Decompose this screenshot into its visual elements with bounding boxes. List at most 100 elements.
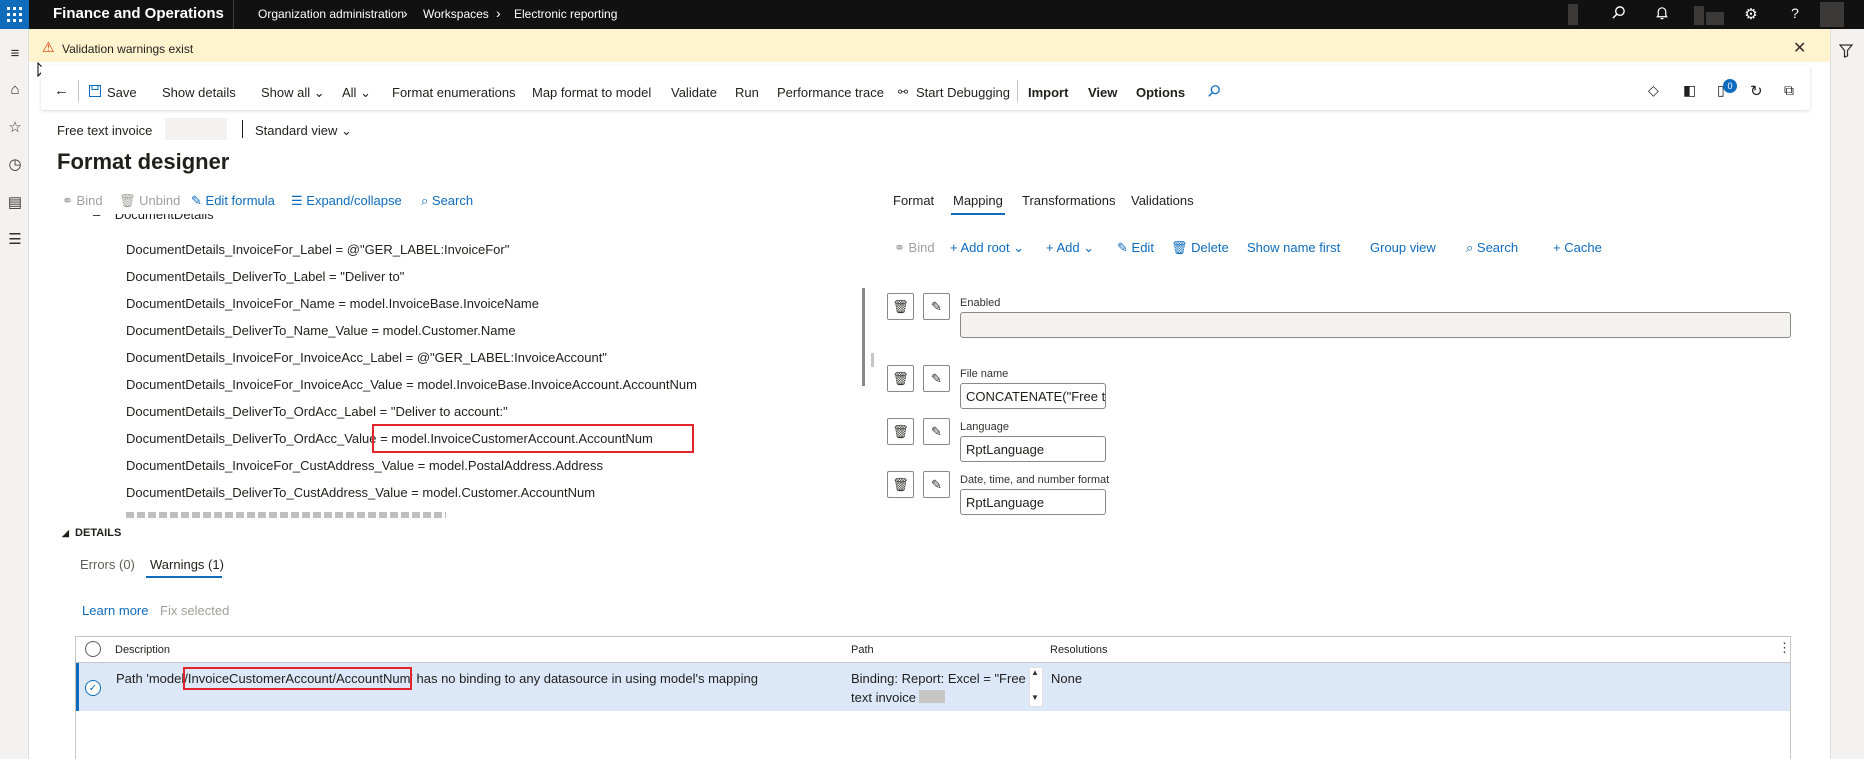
- more-options-icon[interactable]: ⋮: [1778, 640, 1791, 656]
- workspaces-icon[interactable]: ▤: [4, 193, 26, 211]
- tree-item[interactable]: DocumentDetails_DeliverTo_OrdAcc_Label =…: [126, 404, 508, 419]
- fix-selected-button[interactable]: Fix selected: [160, 603, 229, 618]
- enabled-field[interactable]: [960, 312, 1791, 338]
- validate-button[interactable]: Validate: [671, 85, 717, 100]
- star-icon[interactable]: ☆: [4, 118, 26, 136]
- select-all-checkbox[interactable]: [85, 641, 101, 657]
- show-all-dropdown[interactable]: Show all ⌄: [261, 85, 325, 101]
- group-view-button[interactable]: Group view: [1370, 240, 1436, 255]
- import-menu[interactable]: Import: [1028, 85, 1068, 100]
- run-button[interactable]: Run: [735, 85, 759, 100]
- splitter-handle[interactable]: [871, 353, 874, 367]
- column-header-path[interactable]: Path: [851, 644, 874, 656]
- close-icon[interactable]: ✕: [1793, 38, 1806, 58]
- modules-list-icon[interactable]: ☰: [4, 230, 26, 248]
- tree-item[interactable]: DocumentDetails_InvoiceFor_CustAddress_V…: [126, 458, 603, 473]
- tree-item[interactable]: DocumentDetails_DeliverTo_CustAddress_Va…: [126, 485, 595, 500]
- show-details-button[interactable]: Show details: [162, 85, 236, 100]
- filter-icon[interactable]: [1838, 44, 1854, 61]
- language-field[interactable]: RptLanguage: [960, 436, 1106, 462]
- hamburger-menu-icon[interactable]: ≡: [4, 45, 26, 62]
- show-name-first-button[interactable]: Show name first: [1247, 240, 1340, 255]
- edit-enabled-button[interactable]: ✎: [923, 293, 950, 320]
- details-section-header[interactable]: ◢ DETAILS: [62, 527, 121, 539]
- all-dropdown[interactable]: All ⌄: [342, 85, 371, 101]
- tree-scrollbar[interactable]: [862, 288, 865, 386]
- learn-more-link[interactable]: Learn more: [82, 603, 148, 618]
- edit-datetime-button[interactable]: ✎: [923, 471, 950, 498]
- tab-errors[interactable]: Errors (0): [80, 557, 135, 572]
- format-enumerations-button[interactable]: Format enumerations: [392, 85, 516, 100]
- tree-item[interactable]: DocumentDetails_DeliverTo_Label = "Deliv…: [126, 269, 404, 284]
- clock-icon[interactable]: ◷: [4, 155, 26, 173]
- app-name[interactable]: Finance and Operations: [53, 5, 224, 22]
- gear-icon[interactable]: ⚙: [1741, 5, 1761, 23]
- breadcrumb-organization-administration[interactable]: Organization administration: [258, 7, 404, 21]
- refresh-icon[interactable]: ↻: [1750, 82, 1763, 100]
- options-menu[interactable]: Options: [1136, 85, 1185, 100]
- scroll-up-icon[interactable]: ▲: [1031, 668, 1039, 677]
- tab-format[interactable]: Format: [893, 193, 934, 208]
- tree-parent-node[interactable]: – DocumentDetails: [93, 214, 214, 222]
- avatar[interactable]: [1820, 2, 1844, 27]
- delete-language-button[interactable]: 🗑︎: [887, 418, 914, 445]
- tree-search-button[interactable]: ⌕ Search: [421, 193, 473, 209]
- scroll-down-icon[interactable]: ▼: [1031, 693, 1039, 702]
- office-icon[interactable]: ◧: [1683, 82, 1696, 99]
- column-header-description[interactable]: Description: [115, 644, 170, 656]
- tab-warnings[interactable]: Warnings (1): [150, 557, 224, 572]
- mapping-bind-button[interactable]: ⚭ Bind: [894, 240, 935, 256]
- add-root-button[interactable]: + Add root ⌄: [950, 240, 1024, 256]
- map-format-to-model-button[interactable]: Map format to model: [532, 85, 651, 100]
- edit-formula-button[interactable]: ✎ Edit formula: [191, 193, 275, 209]
- start-debugging-button[interactable]: Start Debugging: [916, 85, 1010, 100]
- open-in-new-window-icon[interactable]: ⧉: [1784, 82, 1794, 99]
- tab-transformations[interactable]: Transformations: [1022, 193, 1115, 208]
- bind-button[interactable]: ⚭ Bind: [62, 193, 103, 209]
- delete-enabled-button[interactable]: 🗑︎: [887, 293, 914, 320]
- tree-item[interactable]: DocumentDetails_InvoiceFor_InvoiceAcc_La…: [126, 350, 607, 365]
- warning-text: Validation warnings exist: [62, 42, 194, 56]
- tree-item[interactable]: DocumentDetails_InvoiceFor_Name = model.…: [126, 296, 539, 311]
- home-icon[interactable]: ⌂: [4, 81, 26, 98]
- help-icon[interactable]: ?: [1785, 5, 1805, 21]
- unbind-button[interactable]: 🗑︎ Unbind: [119, 193, 180, 209]
- save-button[interactable]: Save: [107, 85, 137, 100]
- edit-file-name-button[interactable]: ✎: [923, 365, 950, 392]
- trash-icon: 🗑︎: [1171, 240, 1188, 255]
- edit-button[interactable]: ✎ Edit: [1117, 240, 1154, 256]
- view-selector[interactable]: Standard view ⌄: [255, 123, 352, 139]
- tab-mapping[interactable]: Mapping: [953, 193, 1003, 208]
- add-button[interactable]: + Add ⌄: [1046, 240, 1094, 256]
- tree-item[interactable]: DocumentDetails_InvoiceFor_InvoiceAcc_Va…: [126, 377, 697, 392]
- row-selected-checkbox[interactable]: ✓: [85, 680, 101, 696]
- delete-file-name-button[interactable]: 🗑︎: [887, 365, 914, 392]
- mapping-search-button[interactable]: ⌕ Search: [1466, 240, 1518, 256]
- expand-collapse-button[interactable]: ☰ Expand/collapse: [291, 193, 402, 209]
- tree-item[interactable]: DocumentDetails_DeliverTo_Name_Value = m…: [126, 323, 516, 338]
- breadcrumb-workspaces[interactable]: Workspaces: [423, 7, 489, 21]
- plus-icon: +: [1553, 240, 1561, 255]
- tree-item[interactable]: DocumentDetails_InvoiceFor_Label = @"GER…: [126, 242, 509, 257]
- row-resolution: None: [1051, 671, 1083, 686]
- datetime-format-field[interactable]: RptLanguage: [960, 489, 1106, 515]
- search-icon[interactable]: [1608, 5, 1628, 24]
- bell-icon[interactable]: [1652, 5, 1672, 24]
- view-menu[interactable]: View: [1088, 85, 1117, 100]
- link-icon: ⚭: [894, 240, 905, 255]
- column-header-resolutions[interactable]: Resolutions: [1050, 644, 1107, 656]
- breadcrumb-electronic-reporting[interactable]: Electronic reporting: [514, 7, 617, 21]
- app-launcher-icon[interactable]: [0, 0, 29, 29]
- performance-trace-button[interactable]: Performance trace: [777, 85, 884, 100]
- back-arrow-icon[interactable]: ←: [54, 82, 69, 99]
- divider: [242, 120, 243, 138]
- cache-button[interactable]: + Cache: [1553, 240, 1602, 255]
- search-icon[interactable]: [1207, 84, 1221, 101]
- diamond-icon[interactable]: ◇: [1648, 82, 1659, 99]
- tab-validations[interactable]: Validations: [1131, 193, 1194, 208]
- delete-button[interactable]: 🗑︎ Delete: [1171, 240, 1229, 256]
- company-picker[interactable]: [1568, 4, 1578, 25]
- file-name-field[interactable]: CONCATENATE("Free t...: [960, 383, 1106, 409]
- delete-datetime-button[interactable]: 🗑︎: [887, 471, 914, 498]
- edit-language-button[interactable]: ✎: [923, 418, 950, 445]
